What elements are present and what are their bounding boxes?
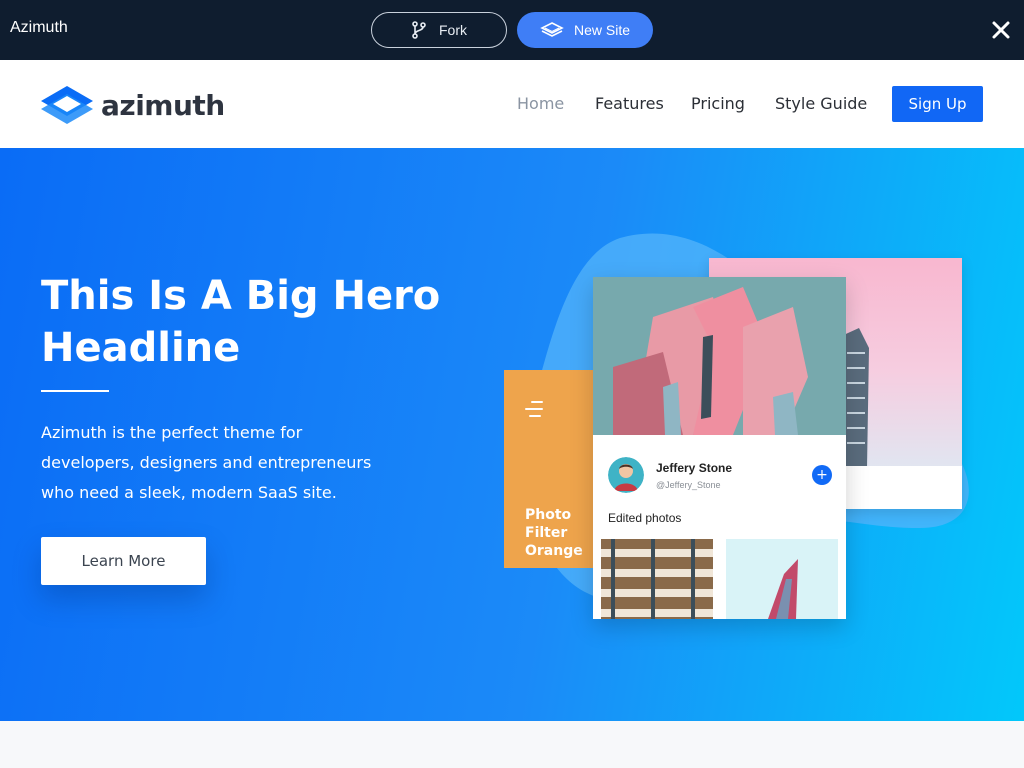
photo-filter-caption: Photo Filter Orange — [525, 506, 595, 560]
learn-more-button[interactable]: Learn More — [41, 537, 206, 585]
menu-lines-icon — [525, 401, 543, 417]
profile-name: Jeffery Stone — [656, 460, 733, 475]
new-site-button[interactable]: New Site — [517, 12, 653, 48]
fork-button[interactable]: Fork — [371, 12, 507, 48]
hero-headline: This Is A Big Hero Headline — [41, 273, 441, 371]
next-section — [0, 721, 1024, 768]
azimuth-logo-icon — [41, 86, 93, 124]
thumbnail-building-1[interactable] — [601, 539, 713, 619]
hero-description: Azimuth is the perfect theme for develop… — [41, 423, 372, 502]
nav-link-features[interactable]: Features — [595, 94, 664, 113]
nav-link-home[interactable]: Home — [517, 94, 564, 113]
hero-section: This Is A Big Hero Headline Azimuth is t… — [0, 148, 1024, 721]
close-icon[interactable] — [990, 19, 1012, 41]
profile-handle: @Jeffery_Stone — [656, 479, 721, 490]
layers-icon — [540, 22, 564, 37]
photo-filter-card: Photo Filter Orange — [504, 370, 604, 568]
edited-photos-label: Edited photos — [608, 511, 682, 525]
main-navbar: azimuth Home Features Pricing Style Guid… — [0, 60, 1024, 148]
hero-divider — [41, 390, 109, 392]
logo-text: azimuth — [101, 88, 225, 122]
add-button[interactable]: + — [812, 465, 832, 485]
nav-link-pricing[interactable]: Pricing — [691, 94, 745, 113]
sign-up-button[interactable]: Sign Up — [892, 86, 983, 122]
new-site-label: New Site — [573, 22, 631, 38]
thumbnail-building-2[interactable] — [726, 539, 838, 619]
app-title: Azimuth — [10, 19, 68, 36]
logo[interactable]: azimuth — [41, 86, 225, 124]
avatar[interactable] — [608, 457, 644, 493]
fork-icon — [412, 21, 426, 39]
nav-link-style-guide[interactable]: Style Guide — [775, 94, 867, 113]
top-bar: Azimuth Fork New Site — [0, 0, 1024, 60]
photo-filter-caption-text: Photo Filter Orange — [525, 507, 583, 559]
profile-card: Jeffery Stone @Jeffery_Stone + Edited ph… — [593, 277, 846, 619]
fork-label: Fork — [439, 22, 467, 38]
profile-header: Jeffery Stone @Jeffery_Stone — [608, 457, 732, 493]
architecture-photo — [593, 277, 846, 435]
